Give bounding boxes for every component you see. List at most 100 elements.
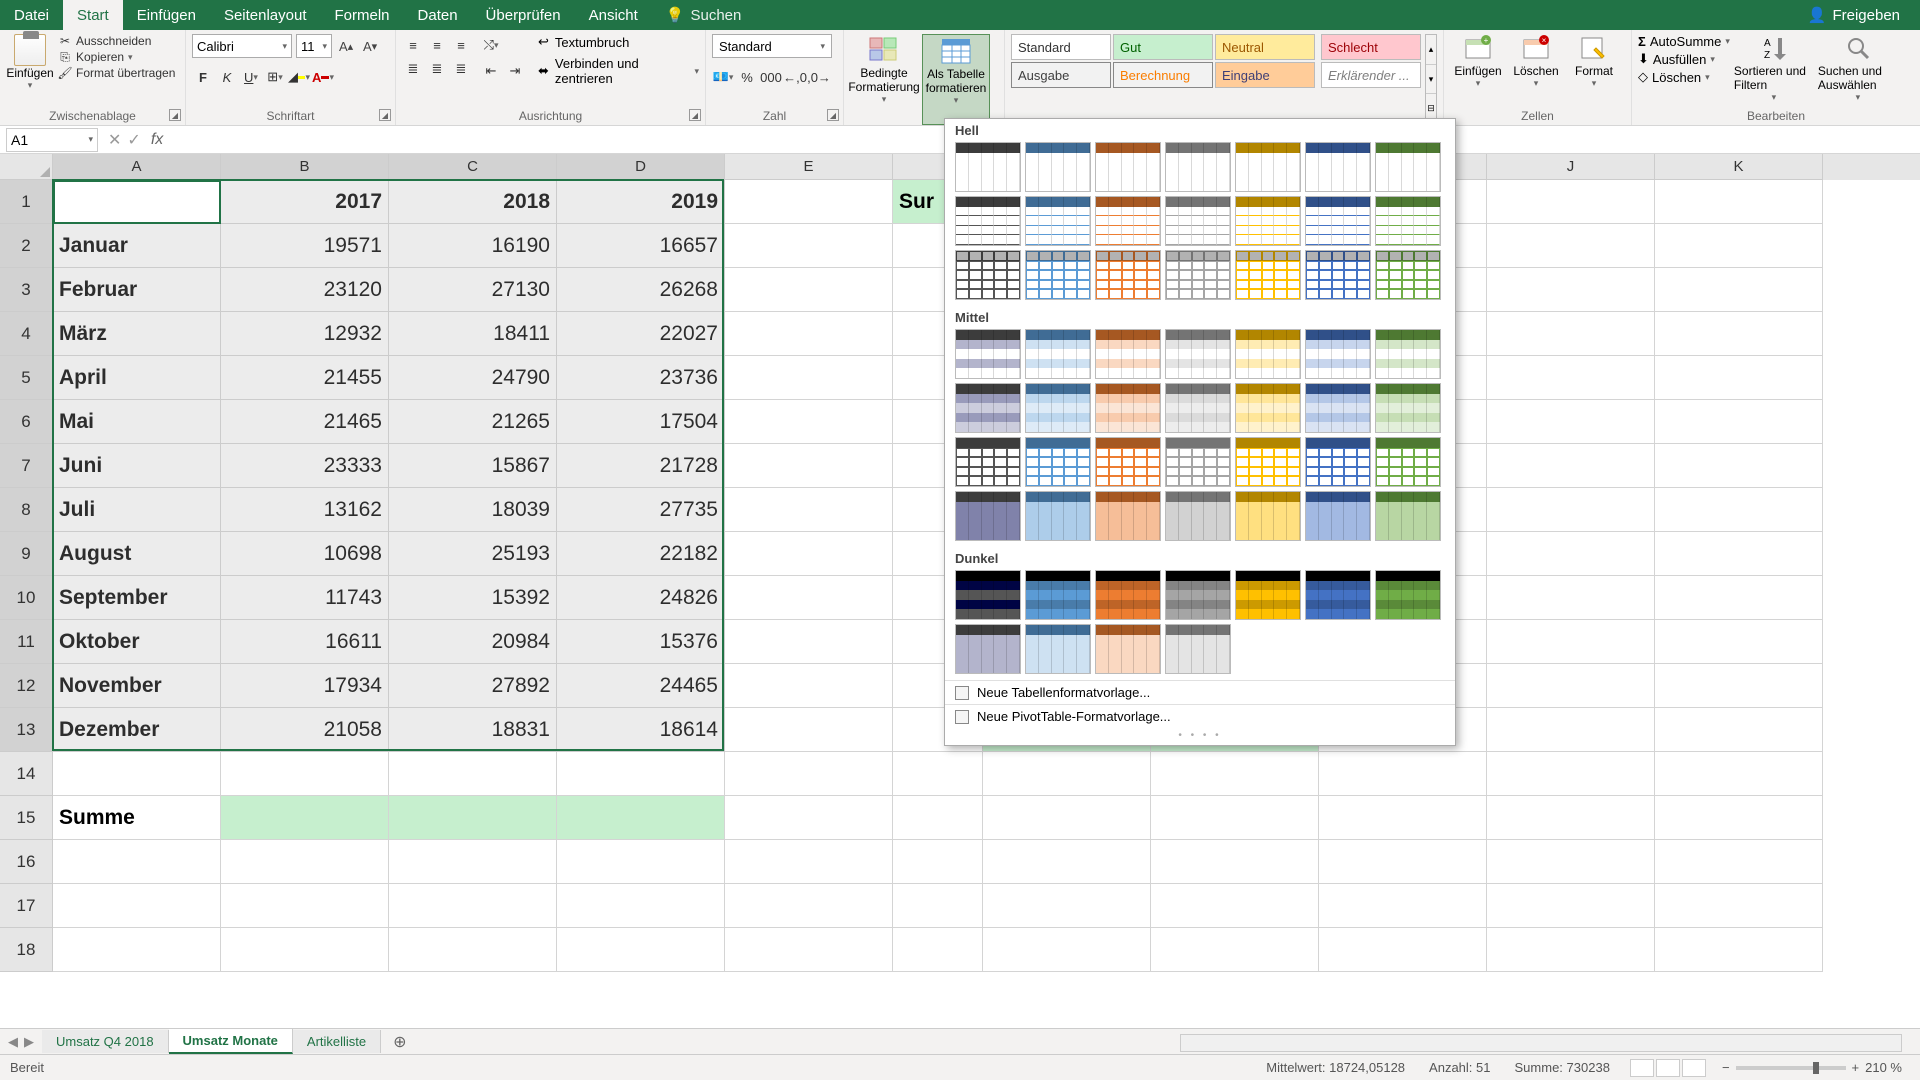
cell[interactable] [983, 928, 1151, 972]
cancel-formula-icon[interactable]: ✕ [108, 130, 121, 150]
format-cells-button[interactable]: Format▾ [1566, 34, 1622, 89]
table-style-option[interactable] [1165, 250, 1231, 300]
table-style-option[interactable] [1235, 250, 1301, 300]
table-style-option[interactable] [1095, 250, 1161, 300]
merge-center-button[interactable]: ⬌Verbinden und zentrieren ▾ [538, 56, 699, 86]
cell[interactable]: 24826 [557, 576, 725, 620]
cell[interactable]: November [53, 664, 221, 708]
cell[interactable] [1151, 928, 1319, 972]
font-color-button[interactable]: A▾ [312, 66, 334, 88]
table-style-option[interactable] [1235, 142, 1301, 192]
cell[interactable]: 17504 [557, 400, 725, 444]
cell[interactable]: April [53, 356, 221, 400]
cell[interactable] [725, 884, 893, 928]
cell[interactable]: 2018 [389, 180, 557, 224]
col-header-D[interactable]: D [557, 154, 725, 180]
cell[interactable] [389, 884, 557, 928]
align-top-button[interactable]: ≡ [402, 34, 424, 56]
row-header-14[interactable]: 14 [0, 752, 53, 796]
cell[interactable] [983, 796, 1151, 840]
table-style-option[interactable] [1165, 491, 1231, 541]
cell[interactable] [1655, 840, 1823, 884]
cell[interactable]: 15392 [389, 576, 557, 620]
table-style-option[interactable] [1165, 196, 1231, 246]
font-dialog-launcher[interactable]: ◢ [379, 109, 391, 121]
cell[interactable] [53, 180, 221, 224]
table-style-option[interactable] [1375, 250, 1441, 300]
cell[interactable] [725, 444, 893, 488]
table-style-option[interactable] [955, 250, 1021, 300]
clipboard-dialog-launcher[interactable]: ◢ [169, 109, 181, 121]
table-style-option[interactable] [1165, 383, 1231, 433]
copy-button[interactable]: ⎘Kopieren ▾ [58, 50, 175, 64]
border-button[interactable]: ⊞▾ [264, 66, 286, 88]
row-header-7[interactable]: 7 [0, 444, 53, 488]
conditional-formatting-button[interactable]: Bedingte Formatierung▾ [850, 34, 918, 125]
accounting-format-button[interactable]: 💶▾ [712, 66, 734, 88]
fx-icon[interactable]: fx [151, 131, 169, 149]
cell[interactable] [1487, 576, 1655, 620]
cell[interactable] [725, 708, 893, 752]
cell[interactable] [893, 840, 983, 884]
cell[interactable] [557, 928, 725, 972]
cell[interactable] [1151, 752, 1319, 796]
table-style-option[interactable] [955, 383, 1021, 433]
table-style-option[interactable] [955, 491, 1021, 541]
normal-view-button[interactable] [1630, 1059, 1654, 1077]
number-dialog-launcher[interactable]: ◢ [827, 109, 839, 121]
cell[interactable]: 24465 [557, 664, 725, 708]
table-style-option[interactable] [1165, 142, 1231, 192]
zoom-out-button[interactable]: − [1722, 1060, 1730, 1075]
italic-button[interactable]: K [216, 66, 238, 88]
cell[interactable] [1487, 312, 1655, 356]
align-right-button[interactable]: ≣ [450, 58, 472, 80]
table-style-option[interactable] [1375, 570, 1441, 620]
cell[interactable] [893, 884, 983, 928]
cell[interactable]: 21465 [221, 400, 389, 444]
cell[interactable]: 23736 [557, 356, 725, 400]
cell[interactable] [1487, 928, 1655, 972]
cell[interactable]: 15376 [557, 620, 725, 664]
cell[interactable] [1487, 488, 1655, 532]
cell[interactable]: Oktober [53, 620, 221, 664]
col-header-A[interactable]: A [53, 154, 221, 180]
cell[interactable]: 21728 [557, 444, 725, 488]
bold-button[interactable]: F [192, 66, 214, 88]
cell[interactable] [1487, 356, 1655, 400]
cell[interactable] [221, 796, 389, 840]
cell[interactable]: 2019 [557, 180, 725, 224]
cell[interactable] [1655, 532, 1823, 576]
cell[interactable]: 18411 [389, 312, 557, 356]
table-style-option[interactable] [1095, 570, 1161, 620]
table-style-option[interactable] [1305, 142, 1371, 192]
style-ausgabe[interactable]: Ausgabe [1011, 62, 1111, 88]
table-style-option[interactable] [955, 142, 1021, 192]
cell[interactable] [389, 796, 557, 840]
table-style-option[interactable] [1095, 491, 1161, 541]
table-style-option[interactable] [1375, 196, 1441, 246]
number-format-select[interactable]: Standard▾ [712, 34, 832, 58]
row-header-18[interactable]: 18 [0, 928, 53, 972]
autosum-button[interactable]: Σ AutoSumme ▾ [1638, 34, 1730, 49]
cell[interactable]: Februar [53, 268, 221, 312]
zoom-in-button[interactable]: + [1852, 1060, 1860, 1075]
cell[interactable] [53, 752, 221, 796]
cell[interactable] [1319, 752, 1487, 796]
cell[interactable]: 23120 [221, 268, 389, 312]
cell[interactable]: 15867 [389, 444, 557, 488]
row-header-12[interactable]: 12 [0, 664, 53, 708]
col-header-C[interactable]: C [389, 154, 557, 180]
col-header-B[interactable]: B [221, 154, 389, 180]
cell[interactable] [725, 664, 893, 708]
increase-indent-button[interactable]: ⇥ [504, 60, 526, 82]
table-style-option[interactable] [1375, 491, 1441, 541]
cell[interactable] [1655, 180, 1823, 224]
cell[interactable]: Januar [53, 224, 221, 268]
table-style-option[interactable] [1025, 383, 1091, 433]
cell[interactable]: März [53, 312, 221, 356]
cell[interactable] [389, 752, 557, 796]
cell[interactable] [1487, 708, 1655, 752]
cell[interactable] [1151, 796, 1319, 840]
table-style-option[interactable] [955, 624, 1021, 674]
cell[interactable] [1655, 884, 1823, 928]
